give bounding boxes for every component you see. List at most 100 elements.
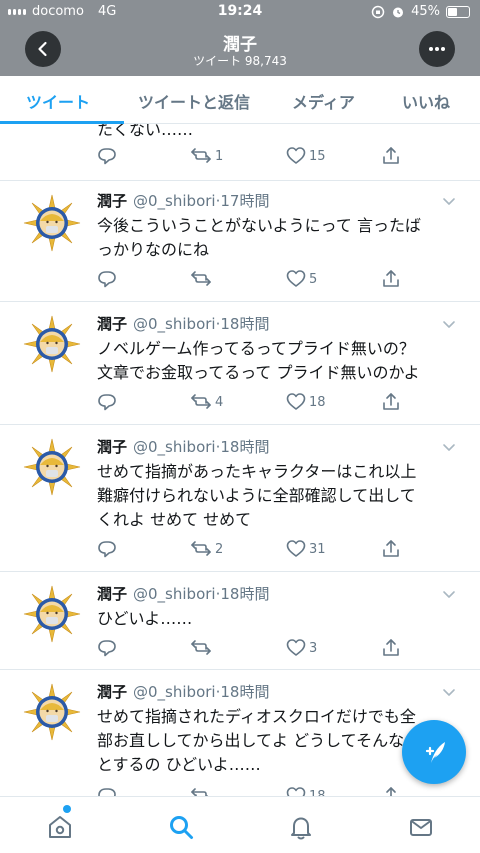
like-button[interactable]: 18 — [286, 786, 326, 796]
tweet-actions: 18 — [97, 786, 400, 796]
share-icon — [383, 393, 399, 410]
retweet-count: 2 — [215, 541, 224, 557]
tweet-actions: 2 31 — [97, 539, 400, 561]
battery-icon — [446, 5, 470, 18]
share-icon — [383, 787, 399, 796]
tweet-card[interactable]: 潤子 @0_shibori·18時間 せめて指摘があったキャラクターはこれ以上 難… — [0, 425, 480, 572]
retweet-button[interactable] — [190, 638, 215, 658]
tweet-card[interactable]: 潤子 @0_shibori·18時間 ひどいよ…… 3 — [0, 572, 480, 670]
like-button[interactable]: 5 — [286, 269, 317, 289]
tweet-card[interactable]: 潤子 @0_shibori·17時間 今後こういうことがないようにって 言ったば … — [0, 181, 480, 302]
like-count: 3 — [309, 640, 318, 656]
tweet-text: ノベルゲーム作ってるってプライド無いの？ 文章でお金取ってるって プライド無いの… — [97, 339, 420, 382]
like-count: 18 — [309, 394, 326, 410]
tweet-card-partial[interactable]: たくない…… 1 15 — [0, 124, 480, 181]
tab-tweets[interactable]: ツイート — [26, 89, 90, 113]
like-count: 18 — [309, 788, 326, 797]
reply-icon — [98, 394, 116, 411]
share-button[interactable] — [382, 786, 400, 796]
reply-icon — [98, 148, 116, 165]
like-button[interactable]: 31 — [286, 539, 326, 559]
orientation-lock-icon — [371, 5, 385, 18]
search-icon[interactable] — [167, 813, 195, 841]
avatar[interactable] — [22, 314, 82, 374]
tweet-header: 潤子 @0_shibori·18時間 — [97, 683, 270, 701]
retweet-button[interactable]: 1 — [190, 146, 223, 166]
avatar[interactable] — [22, 437, 82, 497]
retweet-button[interactable]: 4 — [190, 392, 223, 412]
reply-button[interactable] — [97, 392, 117, 412]
share-icon — [383, 540, 399, 557]
author-name[interactable]: 潤子 — [97, 683, 127, 701]
avatar[interactable] — [22, 682, 82, 742]
share-button[interactable] — [382, 146, 400, 166]
reply-button[interactable] — [97, 638, 117, 658]
share-button[interactable] — [382, 539, 400, 559]
tweet-text: せめて指摘があったキャラクターはこれ以上 難癖付けられないように全部確認して出し… — [97, 462, 417, 529]
tweet-time: 18時間 — [220, 585, 270, 603]
compose-tweet-button[interactable] — [402, 720, 466, 784]
messages-icon[interactable] — [407, 813, 435, 841]
like-icon — [286, 147, 306, 164]
like-icon — [286, 787, 306, 796]
tab-media[interactable]: メディア — [292, 89, 355, 113]
reply-button[interactable] — [97, 269, 117, 289]
tab-tweets-and-replies[interactable]: ツイートと返信 — [138, 89, 250, 113]
tab-likes[interactable]: いいね — [402, 89, 450, 113]
author-name[interactable]: 潤子 — [97, 315, 127, 333]
author-name[interactable]: 潤子 — [97, 438, 127, 456]
reply-icon — [98, 640, 116, 657]
share-icon — [383, 639, 399, 656]
reply-button[interactable] — [97, 539, 117, 559]
like-button[interactable]: 3 — [286, 638, 317, 658]
tweet-header: 潤子 @0_shibori·18時間 — [97, 315, 270, 333]
author-handle: @0_shibori — [133, 192, 216, 210]
tweet-feed[interactable]: たくない…… 1 15 潤子 @0_shibori·17時間 今後こういうことがな… — [0, 124, 480, 796]
notifications-icon[interactable] — [287, 813, 315, 841]
like-icon — [286, 270, 306, 287]
tweet-actions: 3 — [97, 638, 400, 660]
caret-down-icon[interactable] — [442, 194, 456, 208]
avatar[interactable] — [22, 584, 82, 644]
profile-header: docomo 4G 19:24 45% 潤子 ツイート 98,743 — [0, 0, 480, 76]
retweet-button[interactable] — [190, 269, 215, 289]
caret-down-icon[interactable] — [442, 317, 456, 331]
tweet-actions: 5 — [97, 269, 400, 291]
reply-button[interactable] — [97, 786, 117, 796]
unread-indicator — [63, 805, 71, 813]
compose-icon — [425, 742, 445, 763]
more-icon — [429, 47, 445, 51]
share-icon — [383, 270, 399, 287]
share-button[interactable] — [382, 638, 400, 658]
retweet-icon — [191, 394, 211, 409]
tweet-text: ひどいよ…… — [97, 609, 193, 628]
retweet-icon — [191, 541, 211, 556]
retweet-icon — [191, 271, 211, 286]
tweet-header: 潤子 @0_shibori·18時間 — [97, 438, 270, 456]
retweet-button[interactable] — [190, 786, 215, 796]
share-button[interactable] — [382, 392, 400, 412]
caret-down-icon[interactable] — [442, 587, 456, 601]
tweet-actions: 1 15 — [97, 146, 400, 168]
status-bar: docomo 4G 19:24 45% — [0, 0, 480, 24]
more-button[interactable] — [419, 31, 455, 67]
like-button[interactable]: 15 — [286, 146, 326, 166]
author-name[interactable]: 潤子 — [97, 192, 127, 210]
caret-down-icon[interactable] — [442, 440, 456, 454]
reply-icon — [98, 541, 116, 558]
retweet-count: 4 — [215, 394, 224, 410]
retweet-button[interactable]: 2 — [190, 539, 223, 559]
caret-down-icon[interactable] — [442, 685, 456, 699]
like-icon — [286, 393, 306, 410]
profile-tabs: ツイート ツイートと返信 メディア いいね — [0, 76, 480, 124]
tweet-text: 今後こういうことがないようにって 言ったば っかりなのにね — [97, 216, 421, 259]
avatar[interactable] — [22, 193, 82, 253]
home-icon[interactable] — [46, 813, 74, 841]
tweet-text: たくない…… — [97, 124, 194, 139]
tweet-count: ツイート 98,743 — [193, 54, 287, 68]
author-name[interactable]: 潤子 — [97, 585, 127, 603]
share-button[interactable] — [382, 269, 400, 289]
reply-button[interactable] — [97, 146, 117, 166]
like-button[interactable]: 18 — [286, 392, 326, 412]
tweet-card[interactable]: 潤子 @0_shibori·18時間 ノベルゲーム作ってるってプライド無いの？ 文… — [0, 302, 480, 425]
